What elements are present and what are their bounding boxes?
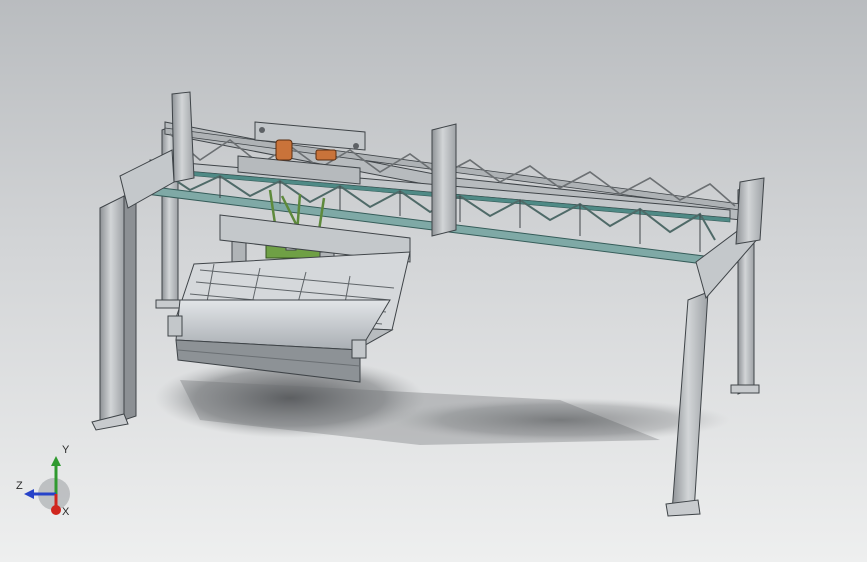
axis-triad: Y Z X bbox=[12, 444, 82, 520]
graphics-viewport[interactable]: Y Z X bbox=[0, 0, 867, 562]
center-post[interactable] bbox=[431, 123, 457, 237]
z-axis-arrowhead bbox=[24, 489, 34, 499]
y-axis-arrowhead bbox=[51, 456, 61, 466]
z-axis-label: Z bbox=[16, 480, 23, 492]
x-axis-marker bbox=[51, 505, 61, 515]
x-axis-label: X bbox=[62, 506, 70, 518]
drive-motor-left[interactable] bbox=[275, 139, 293, 161]
ground-shadow bbox=[155, 358, 730, 445]
drive-motor-right[interactable] bbox=[315, 149, 337, 161]
cad-model-view[interactable] bbox=[0, 0, 867, 562]
y-axis-label: Y bbox=[62, 444, 70, 456]
